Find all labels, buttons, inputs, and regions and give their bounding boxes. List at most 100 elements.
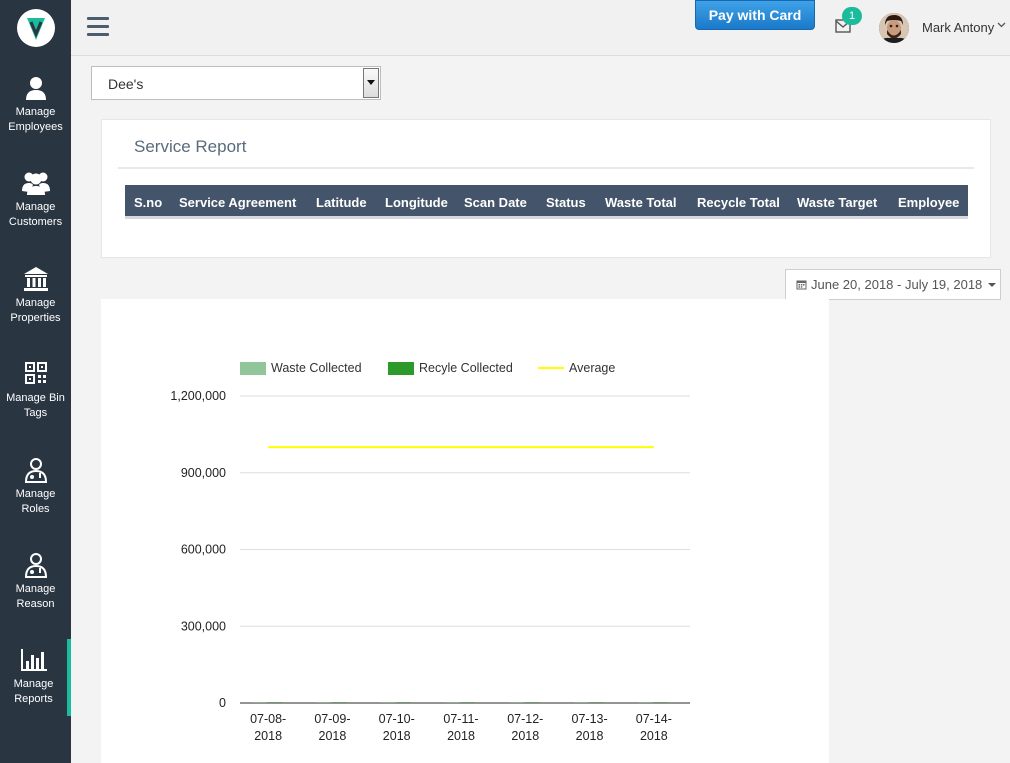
column-header[interactable]: Status <box>546 195 586 210</box>
sidebar-item-label: Manage <box>15 106 56 118</box>
x-tick-label: 2018 <box>383 729 411 743</box>
avatar[interactable] <box>879 13 909 43</box>
property-select-value: Dee's <box>108 76 144 92</box>
sidebar-item-label: Reason <box>16 597 55 610</box>
x-tick-label: 2018 <box>319 729 347 743</box>
sidebar-item-label: Manage <box>13 678 54 690</box>
column-header[interactable]: Waste Target <box>797 195 877 210</box>
x-tick-label: 07-08- <box>250 712 286 726</box>
bar <box>316 702 331 703</box>
collection-chart: 0 300,000 600,000 900,000 1,200,000 07-08- 201… <box>170 361 690 743</box>
bar-chart-icon <box>20 649 47 671</box>
sidebar-item-bin-tags[interactable]: Manage Bin Tags <box>0 361 71 420</box>
column-header[interactable]: S.no <box>134 195 162 210</box>
sidebar-item-customers[interactable]: Manage Customers <box>0 170 71 229</box>
menu-toggle-icon[interactable] <box>87 17 109 37</box>
bar <box>445 702 459 703</box>
bar <box>268 702 283 703</box>
y-tick-label: 0 <box>219 696 226 710</box>
property-select[interactable]: Dee's <box>91 66 381 100</box>
sidebar-item-label: Manage <box>15 201 56 213</box>
bar <box>396 702 411 703</box>
bar <box>461 702 475 703</box>
x-tick-label: 2018 <box>576 729 604 743</box>
pay-with-card-button[interactable]: Pay with Card <box>695 0 815 30</box>
user-md-icon <box>24 458 47 483</box>
column-header[interactable]: Longitude <box>385 195 448 210</box>
bar <box>509 702 524 703</box>
x-tick-label: 07-09- <box>314 712 350 726</box>
app-logo[interactable] <box>17 9 55 47</box>
service-report-panel: Service Report S.no Service Agreement La… <box>101 119 991 258</box>
user-icon <box>25 77 46 100</box>
service-report-title: Service Report <box>134 137 247 156</box>
legend-label: Waste Collected <box>271 361 362 375</box>
logo-icon <box>22 14 50 42</box>
sidebar-item-reason[interactable]: Manage Reason <box>0 552 71 611</box>
legend-label: Average <box>569 361 615 375</box>
bar <box>653 702 668 703</box>
column-header[interactable]: Latitude <box>316 195 367 210</box>
dropdown-arrow-icon[interactable] <box>363 68 379 98</box>
date-range-label: June 20, 2018 - July 19, 2018 <box>811 277 983 292</box>
x-tick-label: 07-12- <box>507 712 543 726</box>
column-header[interactable]: Service Agreement <box>179 195 296 210</box>
bar <box>332 702 347 703</box>
chevron-down-icon[interactable] <box>997 21 1006 29</box>
date-range-picker[interactable]: June 20, 2018 - July 19, 2018 <box>785 269 1001 300</box>
x-tick-label: 2018 <box>511 729 539 743</box>
qrcode-icon <box>24 362 47 384</box>
legend-swatch <box>240 362 266 375</box>
notification-badge: 1 <box>842 7 862 25</box>
sidebar-item-roles[interactable]: Manage Roles <box>0 457 71 516</box>
user-name[interactable]: Mark Antony <box>922 20 994 35</box>
x-tick-label: 07-11- <box>443 712 478 726</box>
sidebar: Manage Employees Manage Customers Manage… <box>0 0 71 763</box>
sidebar-item-label: Manage <box>15 583 56 595</box>
caret-down-icon <box>988 282 997 287</box>
legend-swatch <box>388 362 414 375</box>
y-tick-label: 300,000 <box>181 619 226 633</box>
column-header[interactable]: Recycle Total <box>697 195 780 210</box>
users-icon <box>21 172 50 195</box>
sidebar-item-label: Reports <box>14 692 53 705</box>
sidebar-item-properties[interactable]: Manage Properties <box>0 266 71 325</box>
x-tick-label: 07-10- <box>379 712 415 726</box>
bar <box>637 702 652 703</box>
top-header: Pay with Card 1 Mark Antony <box>71 0 1010 56</box>
x-tick-label: 2018 <box>640 729 668 743</box>
x-tick-label: 2018 <box>447 729 475 743</box>
bar <box>380 702 395 703</box>
sidebar-item-label: Employees <box>8 120 63 133</box>
y-tick-label: 1,200,000 <box>170 389 226 403</box>
sidebar-item-label: Tags <box>23 406 48 419</box>
x-tick-label: 07-13- <box>572 712 608 726</box>
sidebar-item-label: Properties <box>10 311 61 324</box>
y-tick-label: 900,000 <box>181 466 226 480</box>
bank-icon <box>23 267 48 291</box>
x-tick-label: 07-14- <box>636 712 672 726</box>
service-report-table-header: S.no Service Agreement Latitude Longitud… <box>125 185 968 219</box>
avatar-image <box>879 13 909 43</box>
user-md-icon <box>24 553 47 578</box>
bar <box>252 702 267 703</box>
sidebar-item-label: Manage <box>15 297 56 309</box>
x-tick-label: 2018 <box>254 729 282 743</box>
column-header[interactable]: Waste Total <box>605 195 677 210</box>
sidebar-item-label: Manage Bin <box>6 392 65 404</box>
y-tick-label: 600,000 <box>181 543 226 557</box>
column-header[interactable]: Scan Date <box>464 195 527 210</box>
sidebar-item-label: Customers <box>8 215 63 228</box>
sidebar-item-reports[interactable]: Manage Reports <box>0 639 71 716</box>
calendar-icon <box>796 280 807 290</box>
bar <box>573 702 588 703</box>
column-header[interactable]: Employee <box>898 195 959 210</box>
divider <box>118 167 974 169</box>
legend-label: Recyle Collected <box>419 361 513 375</box>
sidebar-item-label: Roles <box>21 502 50 515</box>
chart-card: 0 300,000 600,000 900,000 1,200,000 07-08- 201… <box>101 299 829 763</box>
sidebar-item-employees[interactable]: Manage Employees <box>0 75 71 134</box>
bar <box>589 702 604 703</box>
bar <box>525 702 540 703</box>
sidebar-item-label: Manage <box>15 488 56 500</box>
